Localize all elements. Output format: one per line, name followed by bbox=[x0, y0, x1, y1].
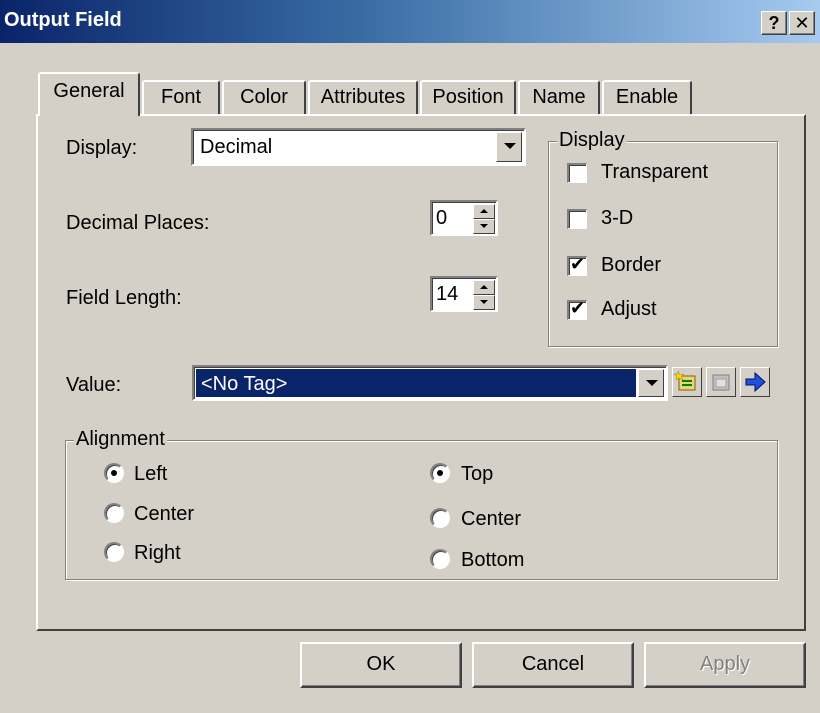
display-group-title: Display bbox=[557, 129, 627, 152]
align-top-label: Top bbox=[461, 463, 494, 485]
decimal-places-label: Decimal Places: bbox=[66, 212, 210, 234]
tab-font[interactable]: Font bbox=[142, 80, 220, 116]
align-vcenter-radio[interactable] bbox=[430, 508, 450, 528]
align-right-label: Right bbox=[134, 542, 181, 564]
ok-button[interactable]: OK bbox=[300, 642, 462, 688]
close-icon: ✕ bbox=[794, 13, 810, 33]
check-icon: ✔ bbox=[570, 298, 586, 319]
value-label: Value: bbox=[66, 374, 122, 396]
go-to-tag-icon bbox=[745, 371, 766, 393]
close-button[interactable]: ✕ bbox=[789, 11, 815, 35]
decrement-button[interactable] bbox=[473, 219, 495, 234]
tab-label: Color bbox=[240, 86, 288, 108]
arrow-up-icon bbox=[480, 285, 488, 289]
border-checkbox[interactable]: ✔ bbox=[567, 254, 587, 276]
adjust-label: Adjust bbox=[601, 298, 657, 320]
display-select[interactable]: Decimal bbox=[191, 128, 526, 166]
help-icon: ? bbox=[768, 13, 780, 33]
align-left-label: Left bbox=[134, 463, 168, 485]
decimal-places-stepper[interactable]: 0 bbox=[430, 200, 498, 236]
decimal-places-value: 0 bbox=[436, 207, 448, 229]
arrow-down-icon bbox=[480, 300, 488, 304]
increment-button[interactable] bbox=[473, 280, 495, 295]
chevron-down-icon bbox=[646, 380, 658, 386]
tab-label: Font bbox=[160, 86, 202, 108]
align-center-label: Center bbox=[134, 503, 195, 525]
field-length-label: Field Length: bbox=[66, 287, 182, 309]
tab-enable[interactable]: Enable bbox=[602, 80, 692, 116]
value-tag-select[interactable]: <No Tag> bbox=[192, 365, 668, 401]
go-to-tag-button[interactable] bbox=[740, 367, 770, 397]
arrow-down-icon bbox=[480, 224, 488, 228]
tab-attributes[interactable]: Attributes bbox=[308, 80, 418, 116]
ok-button-label: OK bbox=[366, 653, 396, 675]
radio-dot bbox=[437, 470, 443, 476]
display-select-value: Decimal bbox=[200, 136, 273, 158]
display-dropdown-button[interactable] bbox=[496, 132, 522, 162]
decrement-button[interactable] bbox=[473, 295, 495, 310]
value-dropdown-button[interactable] bbox=[638, 369, 664, 397]
cancel-button-label: Cancel bbox=[521, 653, 585, 675]
tag-properties-icon bbox=[712, 374, 730, 391]
alignment-group-title: Alignment bbox=[74, 428, 167, 451]
arrow-up-icon bbox=[480, 209, 488, 213]
border-label: Border bbox=[601, 254, 662, 276]
align-top-radio[interactable] bbox=[430, 463, 450, 483]
apply-button[interactable]: Apply bbox=[644, 642, 806, 688]
tag-browse-icon bbox=[673, 370, 696, 391]
value-tag-selection: <No Tag> bbox=[196, 369, 636, 397]
radio-dot bbox=[111, 470, 117, 476]
align-vcenter-label: Center bbox=[461, 508, 522, 530]
apply-button-label: Apply bbox=[699, 653, 751, 675]
align-left-radio[interactable] bbox=[104, 463, 124, 483]
window-title: Output Field bbox=[4, 9, 122, 31]
cancel-button[interactable]: Cancel bbox=[472, 642, 634, 688]
display-label: Display: bbox=[66, 137, 138, 159]
tab-label: Name bbox=[532, 86, 586, 108]
align-center-radio[interactable] bbox=[104, 503, 124, 523]
tab-label: Attributes bbox=[320, 86, 406, 108]
tab-general[interactable]: General bbox=[38, 72, 140, 120]
tag-properties-button[interactable] bbox=[706, 367, 736, 397]
transparent-label: Transparent bbox=[601, 161, 709, 183]
align-bottom-radio[interactable] bbox=[430, 549, 450, 569]
title-bar: Output Field ? ✕ bbox=[0, 0, 820, 43]
transparent-checkbox[interactable] bbox=[567, 163, 587, 183]
check-icon: ✔ bbox=[570, 254, 586, 275]
tab-label: General bbox=[53, 80, 125, 102]
tab-label: Position bbox=[432, 86, 504, 108]
tab-color[interactable]: Color bbox=[222, 80, 306, 116]
tab-label: Enable bbox=[615, 86, 679, 108]
value-tag-text: <No Tag> bbox=[201, 373, 288, 395]
align-bottom-label: Bottom bbox=[461, 549, 525, 571]
align-right-radio[interactable] bbox=[104, 542, 124, 562]
field-length-value: 14 bbox=[436, 283, 459, 305]
help-button[interactable]: ? bbox=[761, 11, 787, 35]
3d-checkbox[interactable] bbox=[567, 209, 587, 229]
adjust-checkbox[interactable]: ✔ bbox=[567, 298, 587, 320]
chevron-down-icon bbox=[504, 143, 516, 149]
increment-button[interactable] bbox=[473, 204, 495, 219]
tab-name[interactable]: Name bbox=[518, 80, 600, 116]
tag-browse-button[interactable] bbox=[672, 367, 702, 397]
field-length-stepper[interactable]: 14 bbox=[430, 276, 498, 312]
3d-label: 3-D bbox=[601, 207, 634, 229]
tab-position[interactable]: Position bbox=[420, 80, 516, 116]
